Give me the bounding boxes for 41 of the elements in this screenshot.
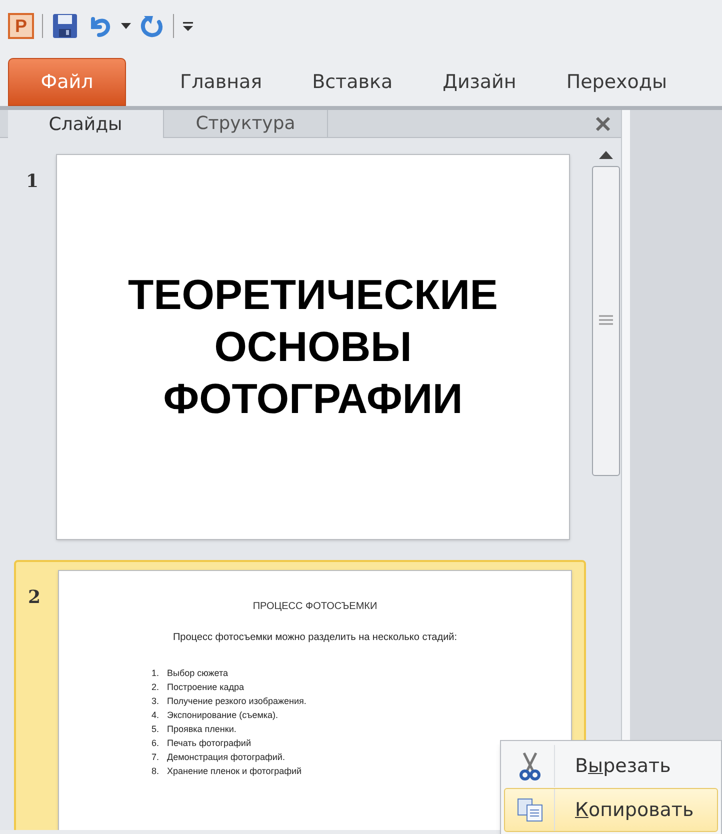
list-item-text: Экспонирование (съемка). [167, 709, 278, 722]
scissors-icon [518, 751, 540, 781]
ribbon-tab[interactable]: Главная [158, 58, 284, 106]
slide-title: ПРОЦЕСС ФОТОСЪЕМКИ [252, 600, 378, 614]
list-number: 7. [150, 751, 159, 764]
customize-icon[interactable] [182, 20, 194, 32]
list-number: 2. [150, 681, 159, 694]
scroll-up-icon[interactable] [598, 150, 614, 160]
list-number: 6. [150, 737, 159, 750]
redo-icon[interactable] [139, 13, 165, 39]
list-item-text: Построение кадра [167, 681, 244, 694]
ribbon-tab[interactable]: Вставка [290, 58, 415, 106]
list-item-text: Печать фотографий [167, 737, 251, 750]
list-item-text: Получение резкого изображения. [167, 695, 306, 708]
list-item-text: Выбор сюжета [167, 667, 228, 680]
pane-tab[interactable]: Структура [163, 110, 328, 137]
list-number: 3. [150, 695, 159, 708]
list-item-text: Проявка пленки. [167, 723, 236, 736]
slide-title: ОСНОВЫ [214, 322, 412, 372]
list-number: 8. [150, 765, 159, 778]
menu-item[interactable]: Копировать [504, 788, 718, 832]
dropdown-arrow-icon[interactable] [121, 23, 131, 29]
ribbon-tab[interactable]: Дизайн [420, 58, 538, 106]
copy-icon [516, 797, 544, 823]
slide-number: 1 [25, 170, 40, 194]
list-number: 5. [150, 723, 159, 736]
slide-number: 2 [27, 586, 42, 610]
menu-item[interactable]: Вырезать [504, 744, 718, 788]
slide-thumbnail[interactable]: ТЕОРЕТИЧЕСКИЕ ОСНОВЫ ФОТОГРАФИИ [56, 154, 570, 540]
list-number: 4. [150, 709, 159, 722]
slide-title: ТЕОРЕТИЧЕСКИЕ [128, 270, 498, 320]
slide-text: Процесс фотосъемки можно разделить на несколько стадий: [172, 631, 458, 645]
ribbon-tab[interactable]: Переходы [544, 58, 690, 106]
pane-tab[interactable]: Слайды [8, 110, 163, 138]
scroll-thumb[interactable] [592, 166, 620, 476]
list-item-text: Хранение пленок и фотографий [167, 765, 302, 778]
save-icon[interactable] [51, 12, 79, 40]
close-icon[interactable] [595, 116, 611, 132]
list-number: 1. [150, 667, 159, 680]
slide-title: ФОТОГРАФИИ [163, 374, 463, 424]
list-item-text: Демонстрация фотографий. [167, 751, 285, 764]
